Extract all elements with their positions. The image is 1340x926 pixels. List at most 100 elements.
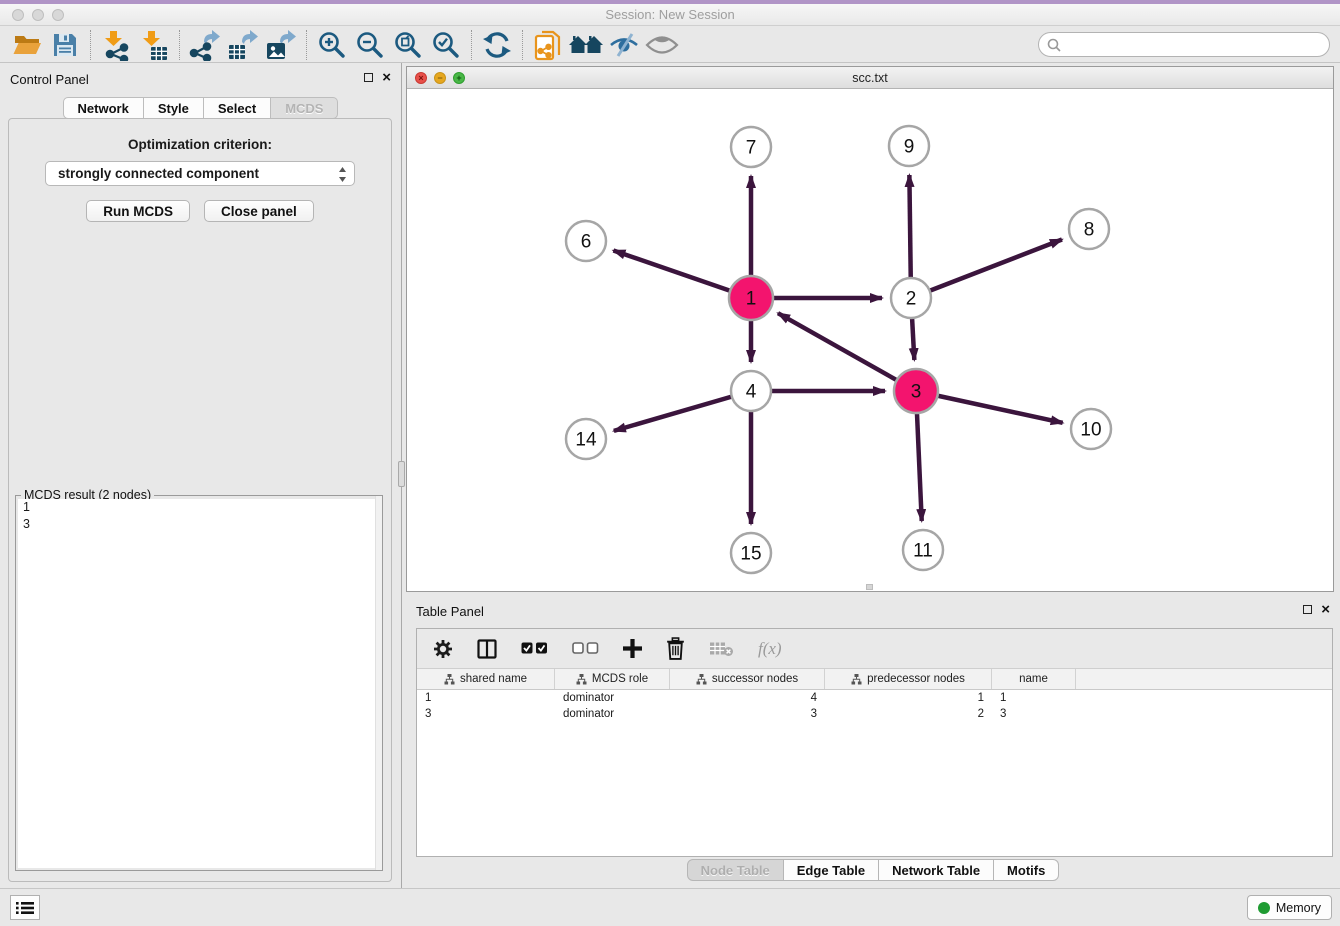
table-cell[interactable]: 3	[417, 706, 555, 722]
memory-button[interactable]: Memory	[1247, 895, 1332, 920]
result-scrollbar[interactable]	[375, 496, 382, 870]
duplicate-network-icon[interactable]	[529, 28, 567, 62]
table-cell[interactable]: dominator	[555, 690, 670, 706]
table-type-tabs: Node TableEdge TableNetwork TableMotifs	[406, 859, 1340, 881]
graph-edge-2-8[interactable]	[911, 239, 1062, 298]
control-panel: Control Panel × NetworkStyleSelectMCDS O…	[0, 63, 401, 888]
table-cell[interactable]: 2	[825, 706, 992, 722]
mcds-result-textarea[interactable]: 13	[18, 499, 380, 868]
close-panel-button[interactable]: Close panel	[204, 200, 314, 222]
zoom-out-icon[interactable]	[351, 28, 389, 62]
graph-node-label: 8	[1084, 220, 1095, 241]
graph-node-label: 11	[913, 541, 933, 562]
table-cell[interactable]: 4	[670, 690, 825, 706]
status-bar: Memory	[0, 888, 1340, 926]
function-builder-icon: f(x)	[758, 639, 782, 659]
search-field[interactable]	[1038, 32, 1330, 57]
table-toolbar: f(x)	[417, 629, 1332, 669]
table-cell[interactable]: 3	[670, 706, 825, 722]
table-cell[interactable]: 1	[417, 690, 555, 706]
table-header-row: shared name MCDS role successor nodesprede…	[417, 669, 1332, 690]
toolbar-separator	[471, 30, 472, 60]
network-canvas[interactable]: 1234678910111415	[407, 89, 1333, 591]
criterion-value: strongly connected component	[58, 166, 259, 181]
zoom-in-icon[interactable]	[313, 28, 351, 62]
close-panel-icon[interactable]: ×	[382, 72, 391, 83]
graph-node-label: 10	[1080, 420, 1101, 441]
export-table-icon[interactable]	[224, 28, 262, 62]
table-panel-title: Table Panel	[416, 604, 484, 619]
graph-node-label: 9	[904, 137, 915, 158]
network-window-titlebar[interactable]: × − + scc.txt	[407, 67, 1333, 89]
eye-slash-icon[interactable]	[605, 28, 643, 62]
double-house-icon[interactable]	[567, 28, 605, 62]
graph-node-label: 7	[746, 138, 757, 159]
table-body: 1dominator4113dominator323	[417, 690, 1332, 722]
table-row[interactable]: 1dominator411	[417, 690, 1332, 706]
mcds-result-groupbox: MCDS result (2 nodes) 13	[15, 495, 383, 871]
tab-network[interactable]: Network	[63, 97, 144, 119]
tab-select[interactable]: Select	[204, 97, 271, 119]
criterion-select[interactable]: strongly connected component	[45, 161, 355, 186]
graph-node-label: 2	[906, 289, 917, 310]
column-header-name[interactable]: name	[992, 669, 1076, 689]
table-row[interactable]: 3dominator323	[417, 706, 1332, 722]
result-line: 3	[18, 516, 380, 533]
column-header-successor-nodes[interactable]: successor nodes	[670, 669, 825, 689]
eye-icon[interactable]	[643, 28, 681, 62]
table-cell[interactable]: 3	[992, 706, 1076, 722]
column-header-shared-name[interactable]: shared name	[417, 669, 555, 689]
network-window: × − + scc.txt 1234678910111415	[406, 66, 1334, 592]
window-title: Session: New Session	[0, 7, 1340, 22]
column-label: shared name	[460, 673, 527, 685]
close-table-panel-icon[interactable]: ×	[1321, 604, 1330, 615]
graph-node-label: 4	[746, 382, 757, 403]
export-network-icon[interactable]	[186, 28, 224, 62]
tab-mcds[interactable]: MCDS	[271, 97, 338, 119]
column-view-icon[interactable]	[477, 639, 497, 659]
trash-icon[interactable]	[666, 637, 685, 660]
zoom-selected-icon[interactable]	[427, 28, 465, 62]
splitter-handle-icon[interactable]	[398, 461, 405, 487]
canvas-resize-handle[interactable]	[866, 584, 873, 590]
table-cell[interactable]: dominator	[555, 706, 670, 722]
memory-label: Memory	[1276, 901, 1321, 915]
control-panel-tabs: NetworkStyleSelectMCDS	[0, 97, 401, 119]
float-table-panel-icon[interactable]	[1303, 605, 1312, 614]
node-table-container: f(x) shared name MCDS role successor nodes…	[416, 628, 1333, 857]
network-graph[interactable]: 1234678910111415	[407, 89, 1333, 592]
column-header-predecessor-nodes[interactable]: predecessor nodes	[825, 669, 992, 689]
open-folder-icon[interactable]	[8, 28, 46, 62]
tab-network-table[interactable]: Network Table	[879, 859, 994, 881]
import-network-icon[interactable]	[97, 28, 135, 62]
column-header-MCDS-role[interactable]: MCDS role	[555, 669, 670, 689]
task-history-button[interactable]	[10, 895, 40, 920]
import-table-icon[interactable]	[135, 28, 173, 62]
zoom-fit-icon[interactable]	[389, 28, 427, 62]
graph-node-label: 14	[575, 430, 597, 451]
result-line: 1	[18, 499, 380, 516]
table-cell[interactable]: 1	[992, 690, 1076, 706]
tree-icon	[696, 674, 707, 685]
tab-motifs[interactable]: Motifs	[994, 859, 1059, 881]
export-image-icon[interactable]	[262, 28, 300, 62]
column-label: MCDS role	[592, 673, 648, 685]
save-icon[interactable]	[46, 28, 84, 62]
unchecked-boxes-icon[interactable]	[572, 642, 599, 655]
float-panel-icon[interactable]	[364, 73, 373, 82]
refresh-icon[interactable]	[478, 28, 516, 62]
graph-edge-3-1[interactable]	[778, 313, 916, 391]
tab-edge-table[interactable]: Edge Table	[784, 859, 879, 881]
tab-style[interactable]: Style	[144, 97, 204, 119]
toolbar-separator	[179, 30, 180, 60]
optimization-label: Optimization criterion:	[9, 137, 391, 152]
graph-edge-4-14[interactable]	[614, 391, 751, 431]
run-mcds-button[interactable]: Run MCDS	[86, 200, 190, 222]
toolbar-separator	[522, 30, 523, 60]
plus-icon[interactable]	[623, 639, 642, 658]
tab-node-table[interactable]: Node Table	[687, 859, 784, 881]
search-input[interactable]	[1066, 35, 1329, 55]
table-cell[interactable]: 1	[825, 690, 992, 706]
gear-icon[interactable]	[433, 639, 453, 659]
checked-boxes-icon[interactable]	[521, 642, 548, 655]
